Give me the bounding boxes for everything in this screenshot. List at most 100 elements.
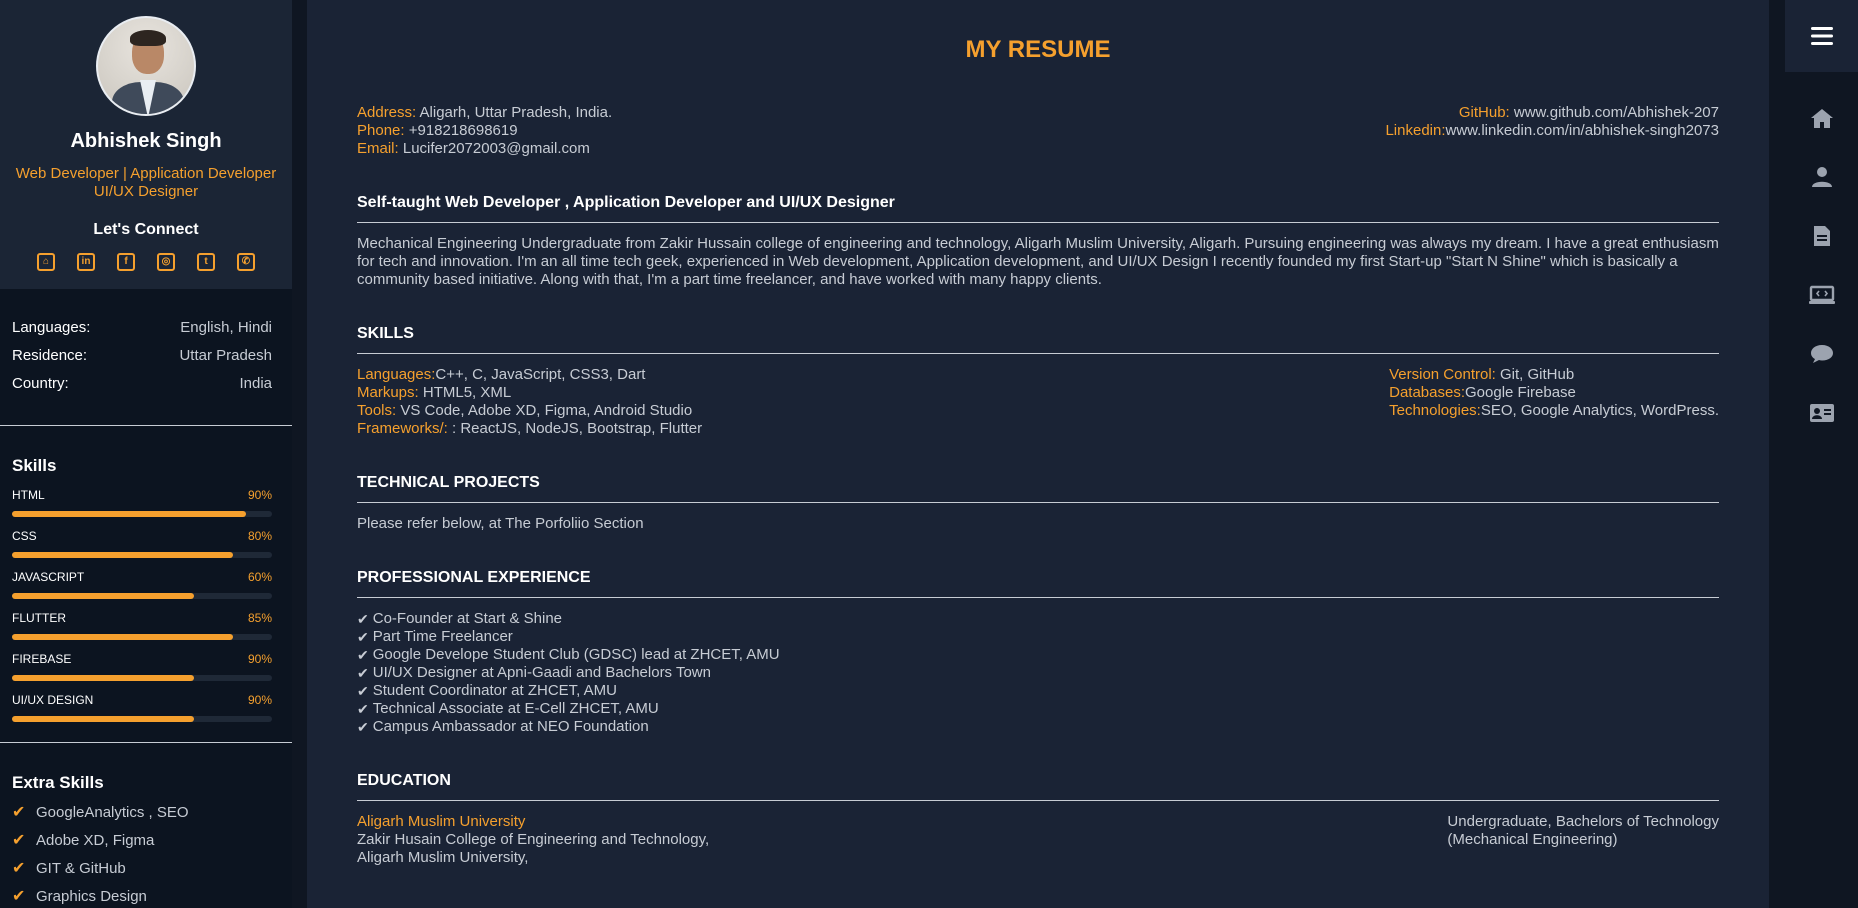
github-icon[interactable]: ⌂ [37,253,55,271]
info-value: English, Hindi [180,319,272,336]
contact-left: Address: Aligarh, Uttar Pradesh, India. … [357,104,612,158]
contact-right: GitHub: www.github.com/Abhishek-207 Link… [1385,104,1719,158]
about-text: Mechanical Engineering Undergraduate fro… [357,235,1719,288]
page-title: MY RESUME [965,36,1111,63]
skill-bar-item: UI/UX DESIGN 90% [12,693,272,722]
skill-bar-fill [12,716,194,722]
instagram-icon[interactable]: ◎ [157,253,175,271]
extra-skill-item: ✔ GIT & GitHub [12,859,272,878]
personal-info: Languages: English, Hindi Residence: Utt… [0,289,292,426]
experience-text: Google Develope Student Club (GDSC) lead… [372,646,780,663]
skill-value: Google Firebase [1465,384,1576,401]
user-icon [1811,166,1832,187]
nav-portfolio[interactable] [1785,265,1858,324]
skill-bar-track [12,716,272,722]
linkedin-label: Linkedin: [1385,122,1446,139]
github-label: GitHub: [1458,104,1510,121]
experience-heading: PROFESSIONAL EXPERIENCE [357,569,1719,598]
info-key: Languages: [12,319,91,336]
facebook-icon[interactable]: f [117,253,135,271]
skill-label: Databases: [1389,384,1465,401]
extra-skill-item: ✔ Adobe XD, Figma [12,831,272,850]
nav-about[interactable] [1785,147,1858,206]
skill-value: : ReactJS, NodeJS, Bootstrap, Flutter [447,420,703,437]
skill-label: Markups: [357,384,419,401]
skill-name: UI/UX DESIGN [12,693,94,707]
experience-item: ✔ Technical Associate at E-Cell ZHCET, AM… [357,700,1719,718]
extra-skill-item: ✔ Graphics Design [12,887,272,906]
linkedin-icon[interactable]: in [77,253,95,271]
skills-right: Version Control: Git, GitHub Databases:G… [1389,366,1719,438]
skill-bar-track [12,552,272,558]
sidebar: Abhishek Singh Web Developer | Applicati… [0,0,292,908]
skill-label: Frameworks/: [357,420,448,437]
address-value: Aligarh, Uttar Pradesh, India. [416,104,613,121]
experience-item: ✔ Student Coordinator at ZHCET, AMU [357,682,1719,700]
resume-panel: MY RESUME Address: Aligarh, Uttar Prades… [307,0,1769,908]
skill-bar-fill [12,511,246,517]
projects-text: Please refer below, at The Porfoliio Sec… [357,515,644,532]
skills-columns: Languages:C++, C, JavaScript, CSS3, Dart… [357,366,1719,438]
check-icon: ✔ [357,629,369,645]
check-icon: ✔ [12,832,26,849]
extra-skill-item: ✔ GoogleAnalytics , SEO [12,803,272,822]
info-row: Languages: English, Hindi [12,319,272,347]
home-icon [1810,108,1833,128]
skill-bar-item: CSS 80% [12,529,272,558]
nav-blog[interactable] [1785,324,1858,383]
nav-resume[interactable] [1785,206,1858,265]
whatsapp-icon[interactable]: ✆ [237,253,255,271]
about-heading: Self-taught Web Developer , Application … [357,194,1719,223]
address-label: Address: [357,104,417,121]
education-right: Undergraduate, Bachelors of Technology (… [1447,813,1719,867]
check-icon: ✔ [357,683,369,699]
chat-icon [1810,344,1833,363]
check-icon: ✔ [12,804,26,821]
skill-value: C++, C, JavaScript, CSS3, Dart [435,366,646,383]
check-icon: ✔ [357,665,369,681]
experience-text: Technical Associate at E-Cell ZHCET, AMU [372,700,659,717]
info-key: Residence: [12,347,88,364]
education-heading: EDUCATION [357,772,1719,801]
degree: Undergraduate, Bachelors of Technology [1447,813,1719,830]
check-icon: ✔ [357,719,369,735]
linkedin-link[interactable]: www.linkedin.com/in/abhishek-singh2073 [1446,122,1720,139]
portfolio-icon [1808,285,1835,304]
university-name: Aligarh Muslim University, [357,849,529,866]
experience-item: ✔ Google Develope Student Club (GDSC) lea… [357,646,1719,664]
skill-name: FLUTTER [12,611,66,625]
info-value: India [239,375,272,392]
experience-text: Student Coordinator at ZHCET, AMU [372,682,618,699]
menu-button[interactable] [1785,0,1858,72]
phone-label: Phone: [357,122,405,139]
skill-percent: 80% [247,529,272,543]
experience-text: UI/UX Designer at Apni-Gaadi and Bachelo… [372,664,711,681]
skill-label: Tools: [357,402,397,419]
experience-list: ✔ Co-Founder at Start & Shine ✔ Part Time … [357,610,1719,736]
skill-bar-item: FLUTTER 85% [12,611,272,640]
check-icon: ✔ [357,647,369,663]
email-value: Lucifer2072003@gmail.com [398,140,590,157]
extra-skill-label: Adobe XD, Figma [36,831,155,849]
profile-name: Abhishek Singh [70,130,222,152]
role-line-2: UI/UX Designer [93,183,199,200]
email-label: Email: [357,140,399,157]
profile-card: Abhishek Singh Web Developer | Applicati… [0,0,292,289]
skill-bar-track [12,634,272,640]
info-row: Country: India [12,375,272,403]
skill-bar-track [12,593,272,599]
skill-value: Git, GitHub [1495,366,1575,383]
education-left: Aligarh Muslim University Zakir Husain C… [357,813,709,867]
nav-home[interactable] [1785,88,1858,147]
nav-contact[interactable] [1785,383,1858,442]
github-link[interactable]: www.github.com/Abhishek-207 [1510,104,1719,121]
role-line-1: Web Developer | Application Developer [15,165,277,182]
hamburger-icon [1810,27,1833,45]
skill-bar-track [12,511,272,517]
degree-field: (Mechanical Engineering) [1447,831,1618,848]
info-key: Country: [12,375,69,392]
avatar [96,16,196,116]
skill-bar-item: HTML 90% [12,488,272,517]
skill-label: Languages: [357,366,436,383]
twitter-icon[interactable]: t [197,253,215,271]
